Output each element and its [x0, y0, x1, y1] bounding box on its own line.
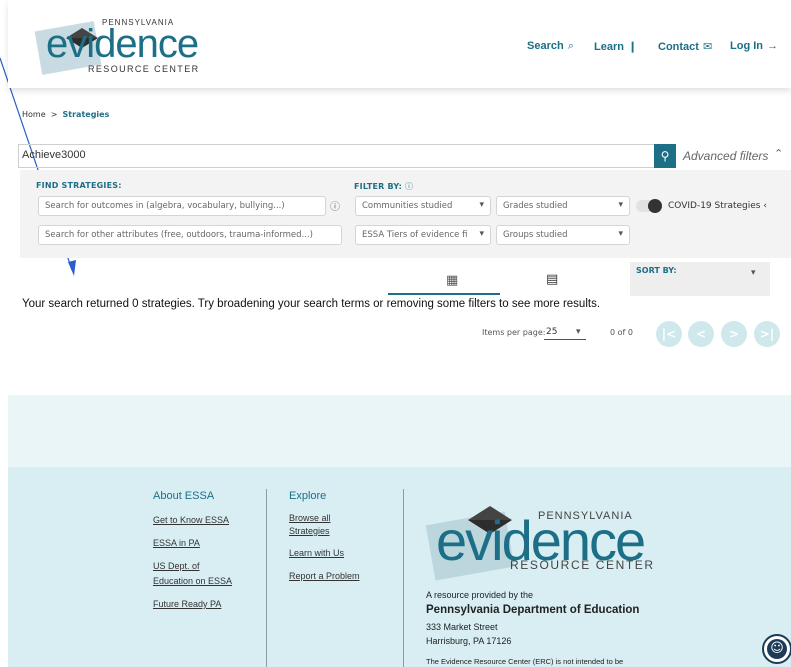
nav-login-label: Log In: [730, 40, 763, 52]
site-logo[interactable]: PENNSYLVANIA evidence RESOURCE CENTER: [30, 12, 210, 78]
footer-top-band: [8, 395, 791, 467]
find-strategies-label: FIND STRATEGIES:: [36, 181, 122, 190]
footer-logo: PENNSYLVANIA evidence RESOURCE CENTER: [425, 500, 666, 581]
books-icon: ❙: [627, 41, 638, 53]
login-icon: →: [767, 40, 778, 52]
search-icon: ⌕: [567, 40, 574, 52]
sort-label: SORT BY:: [636, 266, 677, 275]
breadcrumb-current: Strategies: [62, 110, 110, 119]
logo-sub-text: RESOURCE CENTER: [88, 64, 200, 74]
nav-login[interactable]: Log In →: [730, 40, 778, 52]
nav-search[interactable]: Search ⌕: [527, 40, 574, 53]
essa-tiers-select[interactable]: ESSA Tiers of evidence fi: [355, 225, 491, 245]
footer-provided-by: A resource provided by the: [426, 590, 534, 600]
covid-label-text: COVID-19 Strategies: [668, 201, 761, 211]
accessibility-icon: ☺: [767, 639, 787, 659]
covid-toggle[interactable]: [636, 199, 662, 213]
outcomes-search-field[interactable]: Search for outcomes in (algebra, vocabul…: [38, 196, 326, 216]
search-button[interactable]: ⚲: [654, 144, 676, 168]
breadcrumb-home[interactable]: Home: [22, 110, 46, 119]
chevron-right-icon: >: [728, 327, 740, 341]
footer-link-browse-all[interactable]: Browse all: [289, 512, 331, 524]
list-view-icon[interactable]: ▤: [546, 272, 558, 287]
footer-explore-heading: Explore: [289, 490, 327, 502]
footer-link-us-dept-cont[interactable]: Education on ESSA: [153, 575, 232, 587]
footer-logo-sub-text: RESOURCE CENTER: [510, 558, 655, 572]
accessibility-button[interactable]: ☺: [762, 634, 791, 664]
footer-link-future-ready-pa[interactable]: Future Ready PA: [153, 598, 221, 610]
first-page-icon: |<: [661, 327, 677, 341]
chevron-down-icon[interactable]: ▾: [576, 327, 581, 337]
search-input[interactable]: Achieve3000: [18, 144, 654, 168]
footer-dept-name: Pennsylvania Department of Education: [426, 604, 640, 616]
prev-page-button[interactable]: <: [688, 321, 714, 347]
groups-select[interactable]: Groups studied: [496, 225, 630, 245]
filter-by-label: FILTER BY: ⓘ: [354, 181, 413, 192]
chevron-up-icon[interactable]: ⌃: [774, 147, 783, 160]
toggle-knob: [648, 199, 662, 213]
footer-link-us-dept[interactable]: US Dept. of: [153, 560, 200, 572]
footer-disclaimer: The Evidence Resource Center (ERC) is no…: [426, 657, 624, 666]
info-icon[interactable]: ⓘ: [330, 198, 340, 213]
nav-contact-label: Contact: [658, 41, 699, 53]
chevron-left-icon: ‹: [763, 201, 767, 211]
info-icon: ⓘ: [405, 182, 414, 191]
attributes-search-field[interactable]: Search for other attributes (free, outdo…: [38, 225, 342, 245]
footer-divider: [266, 489, 267, 667]
mail-icon: ✉: [702, 41, 713, 53]
page-range: 0 of 0: [610, 328, 633, 337]
items-per-page-label: Items per page:: [482, 328, 546, 337]
active-tab-indicator: [388, 293, 500, 295]
nav-contact[interactable]: Contact ✉: [658, 40, 712, 53]
footer-address-line2: Harrisburg, PA 17126: [426, 636, 512, 646]
footer-link-learn-with-us[interactable]: Learn with Us: [289, 547, 344, 559]
nav-learn[interactable]: Learn ❙: [594, 40, 637, 53]
footer-link-strategies[interactable]: Strategies: [289, 525, 330, 537]
first-page-button[interactable]: |<: [656, 321, 682, 347]
last-page-icon: >|: [759, 327, 775, 341]
footer-divider: [403, 489, 404, 667]
items-per-page-underline: [544, 339, 586, 340]
breadcrumb-separator: >: [50, 110, 58, 119]
breadcrumb: Home > Strategies: [22, 110, 109, 119]
site-footer: [8, 467, 791, 667]
filter-by-text: FILTER BY:: [354, 182, 403, 191]
covid-toggle-label: COVID-19 Strategies ‹: [668, 201, 767, 211]
chevron-left-icon: <: [695, 327, 707, 341]
advanced-filters-toggle[interactable]: Advanced filters: [683, 149, 768, 163]
nav-learn-label: Learn: [594, 41, 624, 53]
footer-link-report-problem[interactable]: Report a Problem: [289, 570, 360, 582]
footer-link-essa-in-pa[interactable]: ESSA in PA: [153, 537, 200, 549]
chevron-down-icon: ▾: [751, 268, 756, 278]
footer-address-line1: 333 Market Street: [426, 622, 498, 632]
footer-link-get-to-know-essa[interactable]: Get to Know ESSA: [153, 514, 229, 526]
last-page-button[interactable]: >|: [754, 321, 780, 347]
grid-view-icon[interactable]: ▦: [446, 273, 458, 288]
results-message: Your search returned 0 strategies. Try b…: [22, 298, 601, 310]
nav-search-label: Search: [527, 40, 564, 52]
items-per-page-select[interactable]: 25: [546, 327, 557, 337]
site-header: PENNSYLVANIA evidence RESOURCE CENTER Se…: [8, 0, 791, 88]
next-page-button[interactable]: >: [721, 321, 747, 347]
communities-select[interactable]: Communities studied: [355, 196, 491, 216]
search-icon: ⚲: [660, 149, 670, 163]
grades-select[interactable]: Grades studied: [496, 196, 630, 216]
logo-main-text: evidence: [46, 22, 199, 66]
footer-about-heading: About ESSA: [153, 490, 215, 502]
